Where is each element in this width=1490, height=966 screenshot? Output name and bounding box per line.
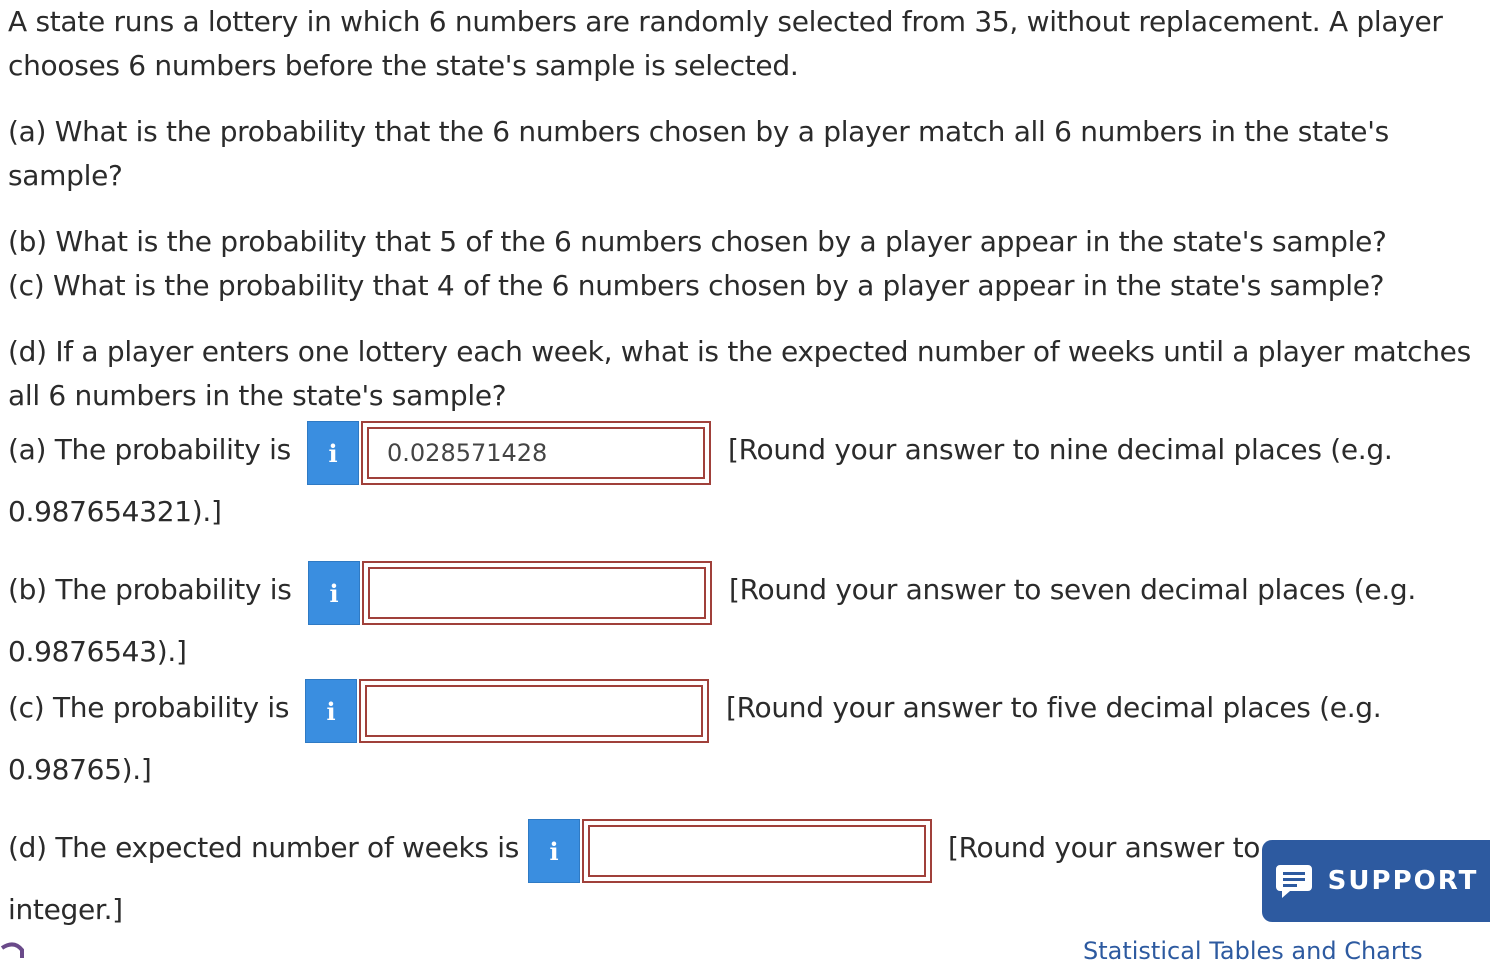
info-icon[interactable]: i <box>528 819 580 883</box>
question-b: (b) What is the probability that 5 of th… <box>8 225 1387 258</box>
question-d: (d) If a player enters one lottery each … <box>8 335 1471 412</box>
info-icon[interactable]: i <box>307 421 359 485</box>
info-glyph: i <box>329 578 339 608</box>
answer-a-input[interactable] <box>367 427 705 479</box>
answer-b-hint: [Round your answer to seven decimal plac… <box>729 573 1417 606</box>
support-label: SUPPORT <box>1327 866 1479 896</box>
question-c: (c) What is the probability that 4 of th… <box>8 269 1385 302</box>
statistical-tables-link[interactable]: Statistical Tables and Charts <box>1083 936 1423 966</box>
answer-a-label: (a) The probability is <box>8 433 291 466</box>
support-button[interactable]: SUPPORT <box>1262 840 1490 922</box>
question-a: (a) What is the probability that the 6 n… <box>8 115 1389 192</box>
answer-d-hint: [Round your answer to <box>948 831 1261 864</box>
info-icon[interactable]: i <box>308 561 360 625</box>
answer-a-hint: [Round your answer to nine decimal place… <box>728 433 1393 466</box>
answer-c-box <box>359 679 709 743</box>
answer-d-box <box>582 819 932 883</box>
info-glyph: i <box>328 438 338 468</box>
answer-a-box <box>361 421 711 485</box>
answer-d-label: (d) The expected number of weeks is <box>8 831 520 864</box>
info-glyph: i <box>326 696 336 726</box>
corner-decoration <box>0 942 24 958</box>
answer-c-input[interactable] <box>365 685 703 737</box>
chat-message-icon <box>1275 865 1312 898</box>
problem-intro: A state runs a lottery in which 6 number… <box>8 5 1443 82</box>
info-glyph: i <box>549 836 559 866</box>
answer-b-hint-tail: 0.9876543).] <box>8 635 187 668</box>
info-icon[interactable]: i <box>305 679 357 743</box>
answer-d-input[interactable] <box>588 825 926 877</box>
answer-b-box <box>362 561 712 625</box>
answer-d-hint-tail: integer.] <box>8 893 123 926</box>
answer-a-hint-tail: 0.987654321).] <box>8 495 222 528</box>
answer-c-hint: [Round your answer to five decimal place… <box>726 691 1382 724</box>
answer-c-hint-tail: 0.98765).] <box>8 753 152 786</box>
answer-b-label: (b) The probability is <box>8 573 292 606</box>
answer-b-input[interactable] <box>368 567 706 619</box>
answer-c-label: (c) The probability is <box>8 691 290 724</box>
